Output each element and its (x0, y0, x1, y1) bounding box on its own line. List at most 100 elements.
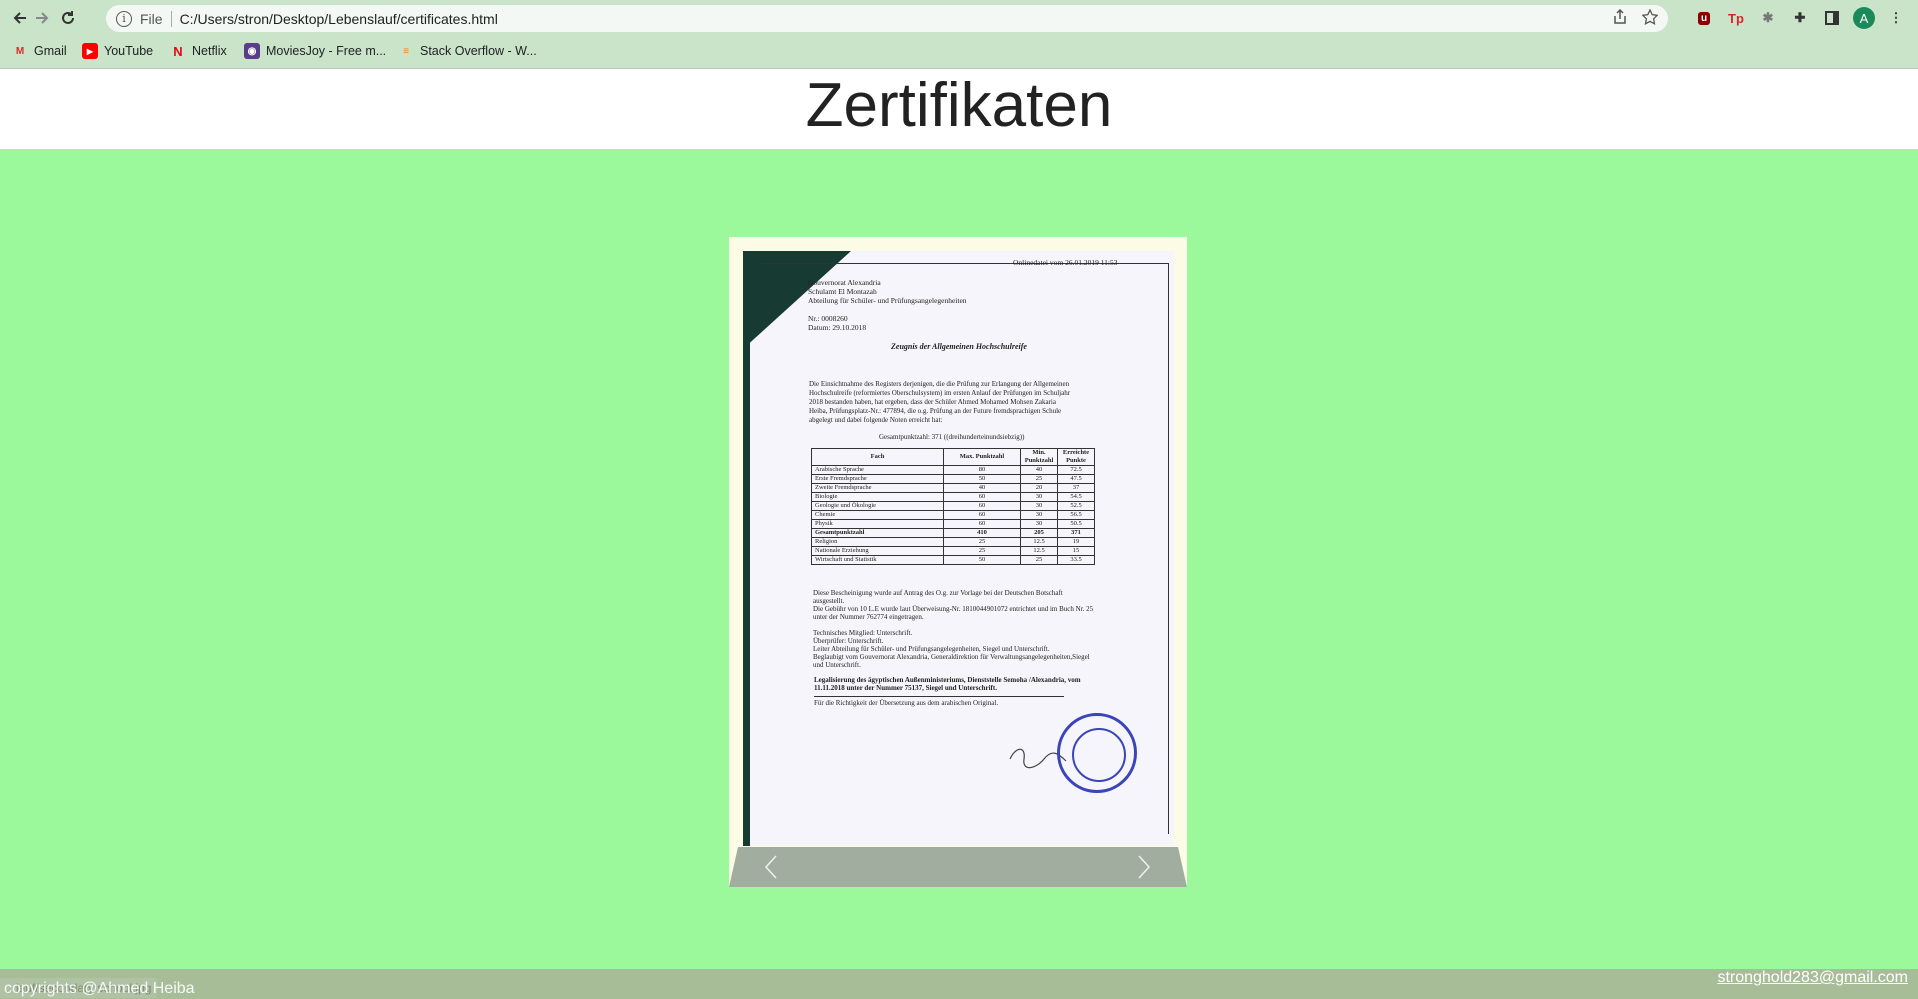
table-row: Biologie 60 30 54.5 (811, 492, 1095, 502)
note-line: unter der Nummer 762774 eingetragen. (813, 613, 924, 621)
page-footer: ...lauf/secondary school.jpg copyrights … (0, 969, 1918, 999)
table-cell: 30 (1020, 492, 1058, 502)
table-cell: 40 (943, 483, 1021, 493)
body-line: abgelegt und dabei folgende Noten erreic… (809, 416, 943, 424)
previous-slide-button[interactable] (751, 847, 791, 887)
table-row: Zweite Fremdsprache 40 20 37 (811, 483, 1095, 493)
table-header: Fach (811, 448, 944, 466)
table-cell: 52.5 (1057, 501, 1095, 511)
stackoverflow-icon: ≡ (403, 45, 409, 57)
online-note: Onlinedatei vom 26.01.2019 11:53 (1013, 258, 1118, 267)
address-bar[interactable]: i File C:/Users/stron/Desktop/Lebenslauf… (106, 5, 1668, 32)
table-cell: Gesamtpunktzahl (811, 528, 944, 538)
authority-line: Gouvernorat Alexandria (808, 278, 881, 287)
certificate-image: Onlinedatei vom 26.01.2019 11:53 Gouvern… (743, 251, 1174, 846)
menu-kebab-icon[interactable]: ⋮ (1885, 7, 1907, 29)
table-cell: Zweite Fremdsprache (811, 483, 944, 493)
authority-line: Schulamt El Montazah (808, 287, 877, 296)
table-cell: 15 (1057, 546, 1095, 556)
table-row: Nationale Erziehung 25 12.5 15 (811, 546, 1095, 556)
grades-table: Fach Max. Punktzahl Min. Punktzahl Errei… (811, 448, 1095, 565)
total-line: Gesamtpunktzahl: 371 ((dreihunderteinund… (879, 433, 1025, 441)
table-cell: 72.5 (1057, 465, 1095, 475)
table-cell: Erste Fremdsprache (811, 474, 944, 484)
document-date: Datum: 29.10.2018 (808, 323, 867, 332)
bookmark-stackoverflow[interactable]: ≡ Stack Overflow - W... (398, 43, 537, 59)
table-cell: 47.5 (1057, 474, 1095, 484)
table-row: Erste Fremdsprache 50 25 47.5 (811, 474, 1095, 484)
url-text[interactable]: C:/Users/stron/Desktop/Lebenslauf/certif… (180, 11, 498, 27)
table-cell: 20 (1020, 483, 1058, 493)
body-line: Heiba, Prüfungsplatz-Nr.: 477894, die o.… (809, 407, 1062, 415)
forward-arrow-icon (36, 12, 49, 24)
gmail-icon: M (15, 45, 25, 57)
certificate-title: Zeugnis der Allgemeinen Hochschulreife (891, 342, 1027, 351)
tp-extension-icon[interactable]: Tp (1725, 7, 1747, 29)
table-cell: 54.5 (1057, 492, 1095, 502)
table-cell: 60 (943, 519, 1021, 529)
url-scheme-label: File (140, 10, 163, 27)
table-row: Geologie und Ökologie 60 30 52.5 (811, 501, 1095, 511)
share-icon[interactable] (1612, 9, 1628, 25)
table-cell: 33.5 (1057, 555, 1095, 565)
bookmark-moviesjoy[interactable]: ◉ MoviesJoy - Free m... (244, 43, 386, 59)
bookmark-label: Gmail (34, 44, 67, 58)
table-cell: Arabische Sprache (811, 465, 944, 475)
scan-edge (743, 251, 750, 846)
info-icon[interactable]: i (116, 10, 132, 27)
table-cell: 30 (1020, 501, 1058, 511)
table-header: Min. Punktzahl (1020, 448, 1058, 466)
table-cell: 12.5 (1020, 546, 1058, 556)
table-cell: 19 (1057, 537, 1095, 547)
forward-button[interactable] (30, 6, 54, 30)
copyright-text: copyrights @Ahmed Heiba (4, 980, 195, 997)
table-cell: 60 (943, 501, 1021, 511)
reload-button[interactable] (56, 6, 80, 30)
bookmark-label: Netflix (192, 44, 227, 58)
table-cell: 30 (1020, 519, 1058, 529)
body-line: Hochschulreife (reformiertes Oberschulsy… (809, 389, 1071, 397)
bookmark-label: MoviesJoy - Free m... (266, 44, 387, 58)
back-arrow-icon (13, 12, 26, 24)
bookmark-star-icon[interactable] (1642, 9, 1658, 25)
bookmark-gmail[interactable]: M Gmail (12, 43, 67, 59)
table-cell: 410 (943, 528, 1021, 538)
official-stamp-icon (1057, 713, 1137, 793)
note-line: Diese Bescheinigung wurde auf Antrag des… (813, 589, 1063, 597)
table-cell: 12.5 (1020, 537, 1058, 547)
bug-extension-icon[interactable]: ✱ (1757, 7, 1779, 29)
table-cell: 205 (1020, 528, 1058, 538)
table-cell: 25 (1020, 555, 1058, 565)
table-header: Erreichte Punkte (1057, 448, 1095, 466)
document-number: Nr.: 0008260 (808, 314, 848, 323)
email-link[interactable]: stronghold283@gmail.com (1717, 969, 1908, 987)
bookmark-netflix[interactable]: N Netflix (170, 43, 227, 59)
table-cell: 50.5 (1057, 519, 1095, 529)
table-cell: 25 (943, 537, 1021, 547)
signature-line: und Unterschrift. (813, 661, 861, 669)
bookmarks-bar: M Gmail ▶ YouTube N Netflix ◉ MoviesJoy … (0, 36, 1918, 69)
chevron-right-icon (1138, 855, 1151, 879)
table-cell: Wirtschaft und Statistik (811, 555, 944, 565)
divider (814, 696, 1064, 697)
table-row: Arabische Sprache 80 40 72.5 (811, 465, 1095, 475)
table-cell: 25 (943, 546, 1021, 556)
chevron-left-icon (764, 855, 777, 879)
table-cell: Geologie und Ökologie (811, 501, 944, 511)
bookmark-label: YouTube (104, 44, 154, 58)
table-cell: 50 (943, 474, 1021, 484)
back-button[interactable] (8, 6, 32, 30)
table-header: Max. Punktzahl (943, 448, 1021, 466)
bookmark-youtube[interactable]: ▶ YouTube (82, 43, 153, 59)
table-cell: 50 (943, 555, 1021, 565)
page-header: Zertifikaten (0, 69, 1918, 149)
table-cell: Nationale Erziehung (811, 546, 944, 556)
profile-avatar[interactable]: A (1853, 7, 1875, 29)
ublock-icon[interactable]: u (1693, 7, 1715, 29)
next-slide-button[interactable] (1124, 847, 1164, 887)
side-panel-icon[interactable] (1821, 7, 1843, 29)
table-cell: Religion (811, 537, 944, 547)
extensions-puzzle-icon[interactable]: ✚ (1789, 7, 1811, 29)
table-cell: 37 (1057, 483, 1095, 493)
table-row: Physik 60 30 50.5 (811, 519, 1095, 529)
